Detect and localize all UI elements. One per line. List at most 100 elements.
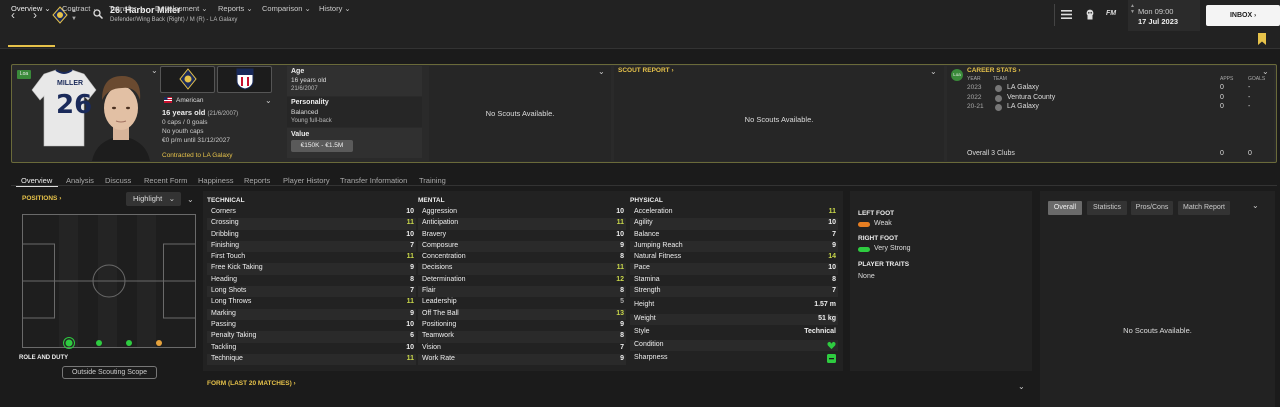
career-apps: 0	[1220, 93, 1224, 101]
tab-reports[interactable]: Reports	[244, 176, 270, 185]
technical-attr-value: 11	[406, 253, 414, 261]
current-date: 17 Jul 2023	[1138, 17, 1179, 26]
player-age-line: 16 years old (21/6/2007)	[162, 108, 238, 117]
tab-discuss[interactable]: Discuss	[105, 176, 131, 185]
tab-analysis[interactable]: Analysis	[66, 176, 94, 185]
scout-report-label: SCOUT REPORT	[618, 67, 670, 74]
tab-statistics[interactable]: Statistics	[1087, 201, 1127, 215]
career-stats-title[interactable]: CAREER STATS ›	[967, 67, 1021, 74]
tab-happiness[interactable]: Happiness	[198, 176, 233, 185]
technical-attr-value: 10	[406, 343, 414, 351]
tab-overall[interactable]: Overall	[1048, 201, 1082, 215]
divider	[1054, 4, 1055, 26]
team-icon[interactable]	[1085, 9, 1095, 20]
positions-dropdown-icon[interactable]: ⌄	[187, 195, 194, 204]
role-duty-title: ROLE AND DUTY	[19, 355, 69, 361]
tab-transfer-information[interactable]: Transfer Information	[340, 176, 407, 185]
menu-comparison[interactable]: Comparison ⌄	[262, 4, 311, 13]
form-title[interactable]: FORM (LAST 20 MATCHES) ›	[207, 380, 296, 387]
technical-attr-value: 11	[406, 354, 414, 362]
scout-box-dropdown-icon[interactable]: ⌄	[598, 67, 605, 76]
menu-bar	[0, 31, 1280, 49]
physical-attr-row: Agility 10	[630, 218, 838, 230]
scout-report-empty: No Scouts Available.	[744, 115, 814, 124]
tab-recent-form[interactable]: Recent Form	[144, 176, 187, 185]
menu-overview[interactable]: Overview ⌄	[11, 4, 51, 13]
technical-attr-row: Finishing 7	[207, 240, 416, 253]
technical-attr-name: Penalty Taking	[211, 332, 257, 340]
outside-scope-button[interactable]: Outside Scouting Scope	[62, 366, 157, 379]
tab-pros-cons[interactable]: Pros/Cons	[1131, 201, 1173, 215]
inbox-label: INBOX	[1229, 12, 1253, 19]
physical-title: PHYSICAL	[630, 197, 663, 204]
form-label: FORM (LAST 20 MATCHES)	[207, 380, 292, 387]
career-dropdown-icon[interactable]: ⌄	[1262, 67, 1269, 76]
physical-attr-row: Stamina 8	[630, 275, 838, 286]
highlight-label: Highlight	[133, 194, 163, 203]
contracted-to[interactable]: Contracted to LA Galaxy	[162, 152, 232, 159]
physical-attr-row: Balance 7	[630, 230, 838, 241]
technical-attr-row: Technique 11	[207, 353, 416, 366]
tab-match-report[interactable]: Match Report	[1178, 201, 1230, 215]
menu-history[interactable]: History ⌄	[319, 4, 351, 13]
position-marker-dl[interactable]	[156, 340, 162, 346]
mental-attr-name: Leadership	[422, 298, 457, 306]
mental-attr-row: Leadership 5	[418, 297, 626, 308]
positions-label: POSITIONS	[22, 195, 58, 202]
physical-attr-name: Balance	[634, 230, 660, 238]
form-dropdown-icon[interactable]: ⌄	[1018, 382, 1025, 391]
inbox-button[interactable]: INBOX ›	[1206, 5, 1280, 26]
menu-transfer[interactable]: Transfer ⌄	[109, 4, 145, 13]
mental-attr-name: Vision	[422, 343, 441, 351]
technical-attr-value: 7	[410, 241, 414, 249]
menu-development[interactable]: Development ⌄	[155, 4, 208, 13]
menu-icon[interactable]	[1061, 10, 1072, 19]
left-foot-value: Weak	[874, 220, 892, 227]
menu-label: History	[319, 4, 343, 13]
right-panel-dropdown-icon[interactable]: ⌄	[1252, 201, 1259, 210]
nation-dropdown-icon[interactable]: ⌄	[265, 96, 272, 105]
tab-training[interactable]: Training	[419, 176, 446, 185]
technical-attr-value: 11	[406, 219, 414, 227]
sharpness-label: Sharpness	[634, 354, 668, 361]
positions-title[interactable]: POSITIONS ›	[22, 195, 61, 202]
highlight-select[interactable]: Highlight ⌄	[126, 192, 181, 206]
age-value: 16 years old	[291, 77, 327, 84]
career-stats-label: CAREER STATS	[967, 67, 1017, 74]
tab-player-history[interactable]: Player History	[283, 176, 330, 185]
career-year: 2022	[967, 93, 982, 101]
technical-attr-name: Long Throws	[211, 298, 252, 306]
career-team: LA Galaxy	[1007, 84, 1039, 91]
career-goals: -	[1248, 84, 1251, 91]
mental-attr-row: Teamwork 8	[418, 331, 626, 343]
position-marker-dc[interactable]	[96, 340, 102, 346]
bookmark-icon[interactable]	[1256, 32, 1268, 46]
fm-logo-button[interactable]: FM	[1106, 10, 1116, 17]
menu-contract[interactable]: Contract ⌄	[62, 4, 99, 13]
position-marker-dr[interactable]	[65, 339, 73, 347]
mental-attr-value: 11	[616, 264, 624, 272]
position-marker-dc2[interactable]	[126, 340, 132, 346]
tab-overview-underline	[16, 186, 58, 187]
tab-overview[interactable]: Overview	[21, 176, 52, 185]
menu-reports[interactable]: Reports ⌄	[218, 4, 253, 13]
technical-attr-value: 6	[410, 332, 414, 340]
scout-report-title[interactable]: SCOUT REPORT ›	[618, 67, 674, 74]
technical-attr-row: Crossing 11	[207, 218, 416, 230]
date-toggle-icon[interactable]: ▲ ▼	[1130, 3, 1135, 15]
technical-attr-value: 9	[410, 264, 414, 272]
mental-attr-value: 8	[620, 253, 624, 261]
scout-report-dropdown-icon[interactable]: ⌄	[930, 67, 937, 76]
right-report-panel	[1040, 191, 1275, 407]
technical-attr-name: Passing	[211, 320, 236, 328]
technical-attr-row: First Touch 11	[207, 252, 416, 263]
no-scouts-text: No Scouts Available.	[485, 109, 555, 118]
physical-attr-row: Jumping Reach 9	[630, 240, 838, 253]
photo-dropdown-icon[interactable]: ⌄	[151, 66, 158, 75]
technical-attr-value: 10	[406, 320, 414, 328]
mental-attr-name: Bravery	[422, 230, 447, 238]
mental-attr-row: Decisions 11	[418, 263, 626, 275]
feet-panel	[850, 191, 1032, 371]
technical-attr-name: Crossing	[211, 219, 239, 227]
player-subtitle: Defender/Wing Back (Right) / M (R) - LA …	[110, 17, 238, 23]
